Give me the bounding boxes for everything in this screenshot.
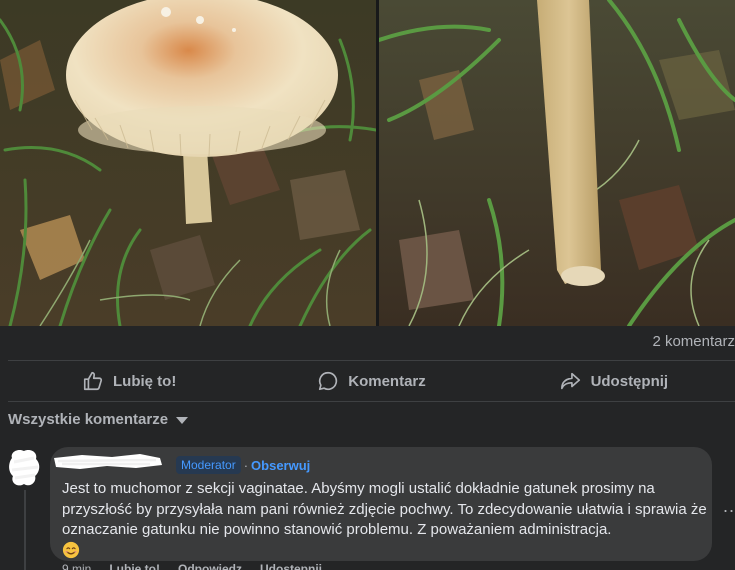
comment-timestamp: 9 min bbox=[62, 562, 92, 570]
divider bbox=[8, 360, 735, 361]
comment-body: Jest to muchomor z sekcji vaginatae. Aby… bbox=[62, 480, 707, 538]
post-actions: Lubię to! Komentarz Udostępnij bbox=[8, 362, 735, 400]
mushroom-cap-photo[interactable] bbox=[0, 0, 376, 326]
photo-gallery bbox=[0, 0, 735, 326]
comments-filter[interactable]: Wszystkie komentarze bbox=[8, 411, 189, 428]
comments-filter-label: Wszystkie komentarze bbox=[8, 411, 169, 428]
like-label: Lubię to! bbox=[113, 372, 177, 390]
comment-share-link[interactable]: Udostępnij bbox=[260, 562, 322, 570]
avatar[interactable] bbox=[8, 448, 42, 488]
comment-text: Jest to muchomor z sekcji vaginatae. Aby… bbox=[62, 479, 707, 562]
comment-label: Komentarz bbox=[348, 372, 426, 390]
comment-reply-link[interactable]: Odpowiedz bbox=[178, 562, 242, 570]
smiling-face-emoji bbox=[62, 541, 80, 559]
redacted-author-name[interactable] bbox=[52, 450, 164, 472]
comment-bubble-icon bbox=[317, 370, 339, 392]
mushroom-stem-photo[interactable] bbox=[379, 0, 735, 326]
share-button[interactable]: Udostępnij bbox=[493, 362, 735, 400]
thread-line bbox=[24, 490, 26, 570]
comment-count[interactable]: 2 komentarz bbox=[652, 333, 735, 350]
comment-button[interactable]: Komentarz bbox=[250, 362, 492, 400]
follow-link[interactable]: Obserwuj bbox=[251, 458, 310, 473]
comment-more-options[interactable]: ... bbox=[723, 496, 735, 517]
caret-down-icon bbox=[176, 417, 189, 424]
separator: · bbox=[243, 457, 249, 473]
share-arrow-icon bbox=[560, 370, 582, 392]
moderator-badge: Moderator bbox=[176, 456, 241, 474]
share-label: Udostępnij bbox=[590, 372, 669, 390]
comment-like-link[interactable]: Lubię to! bbox=[109, 562, 160, 570]
divider bbox=[8, 401, 735, 402]
comment-footer: 9 min Lubię to! Odpowiedz Udostępnij bbox=[62, 562, 322, 570]
thumbs-up-icon bbox=[82, 370, 104, 392]
like-button[interactable]: Lubię to! bbox=[8, 362, 250, 400]
